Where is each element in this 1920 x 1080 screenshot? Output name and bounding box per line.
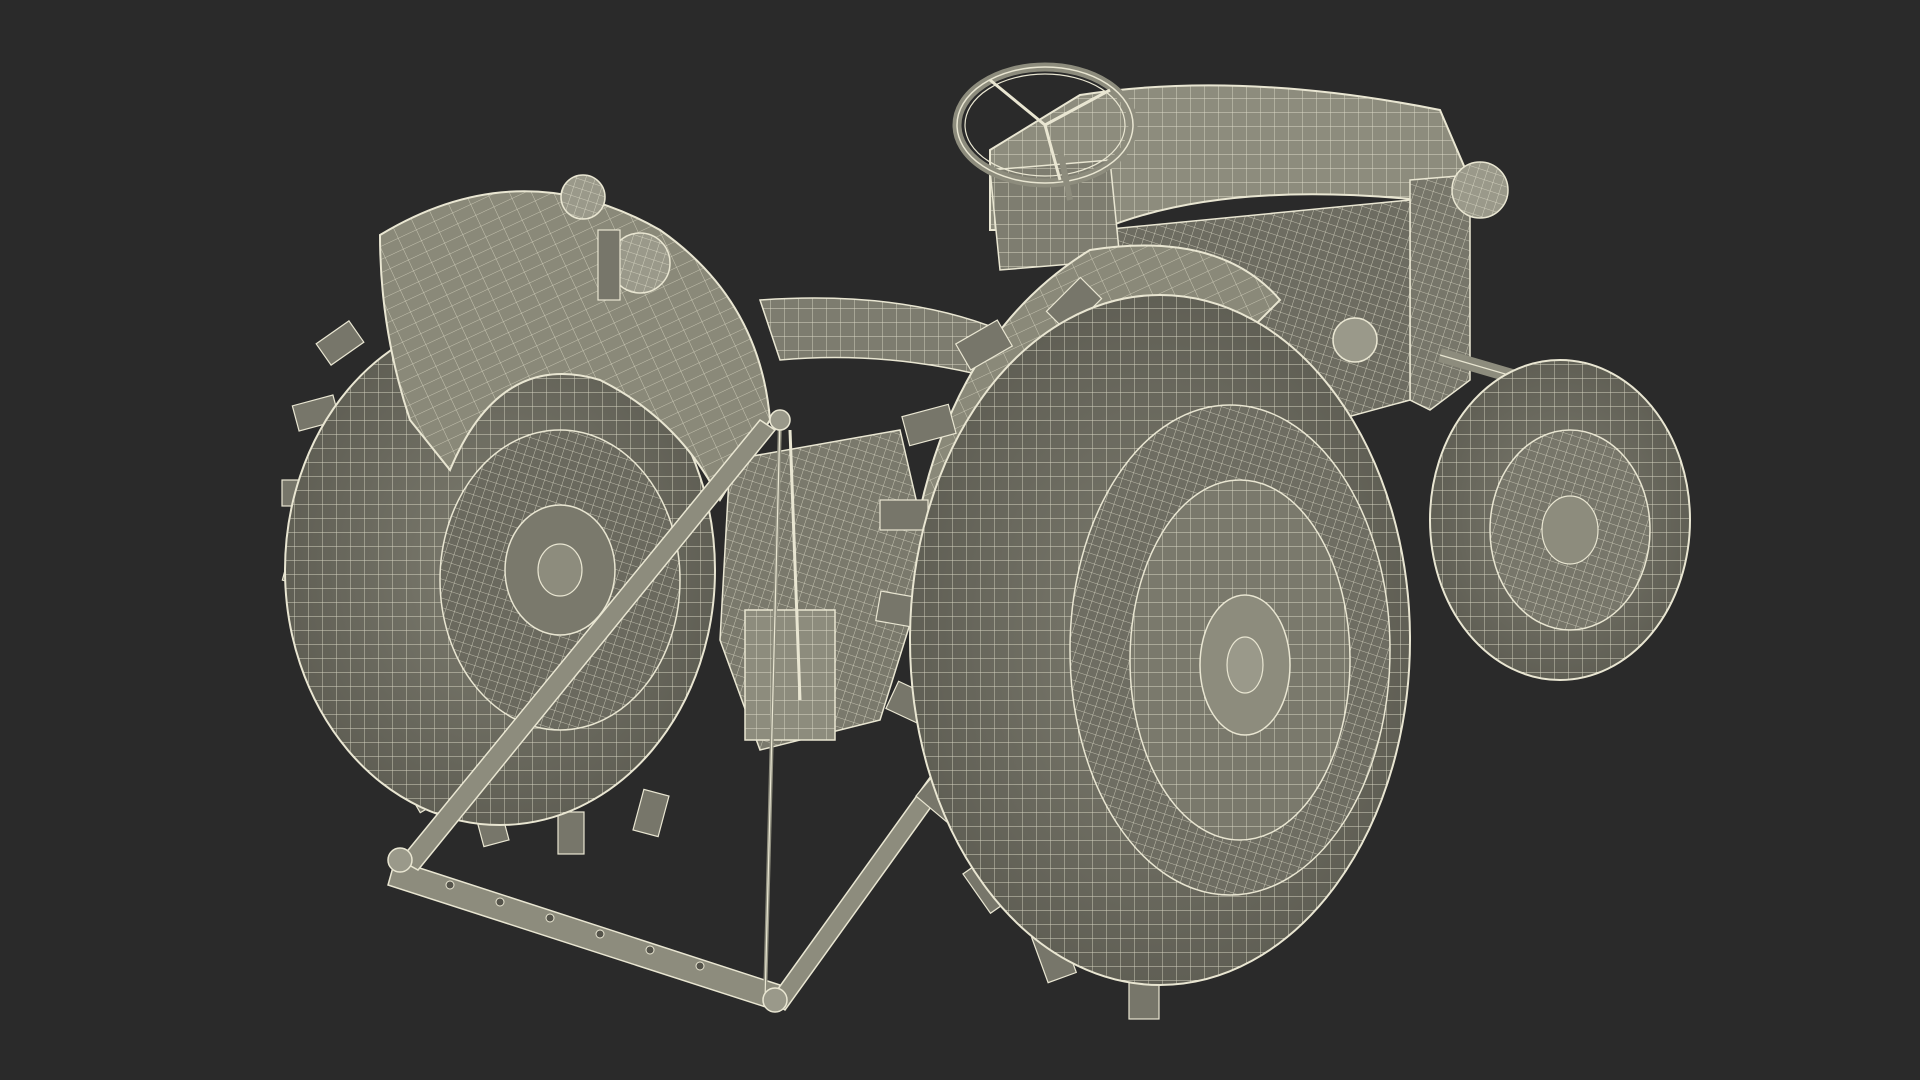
front-wheel [1429,348,1691,681]
tractor-wireframe-render [281,62,1691,1020]
right-rear-wheel [875,276,1411,1020]
